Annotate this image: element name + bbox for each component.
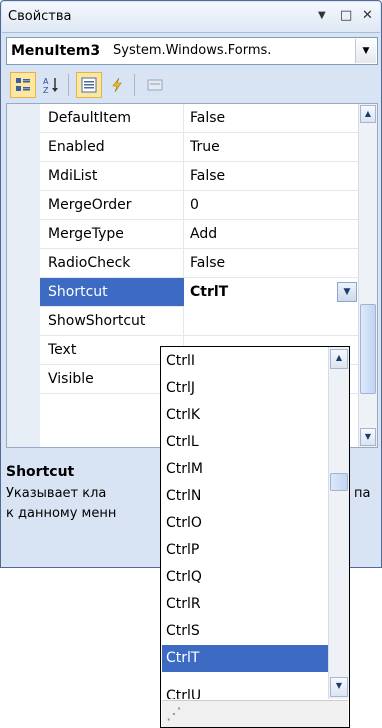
properties-icon <box>81 77 97 93</box>
shortcut-dropdown-list[interactable]: CtrlI CtrlJ CtrlK CtrlL CtrlM CtrlN Ctrl… <box>160 346 350 728</box>
window-menu-button[interactable]: ▼ <box>318 10 326 21</box>
list-item-selected[interactable]: CtrlT <box>162 645 329 672</box>
property-value[interactable]: False <box>190 168 225 184</box>
description-text-tail: па <box>354 486 371 501</box>
svg-text:A: A <box>43 77 49 86</box>
property-row-radiocheck[interactable]: RadioCheck False <box>40 249 359 278</box>
property-value[interactable]: True <box>190 139 220 155</box>
property-value[interactable]: False <box>190 255 225 271</box>
list-item[interactable]: CtrlM <box>162 456 329 483</box>
dropdown-scrollbar[interactable]: ▲ ▼ <box>328 347 349 699</box>
list-item[interactable]: CtrlP <box>162 537 329 564</box>
property-value[interactable]: 0 <box>190 197 199 213</box>
list-item[interactable]: CtrlQ <box>162 564 329 591</box>
chevron-down-icon[interactable]: ▼ <box>337 282 357 302</box>
property-name: RadioCheck <box>48 255 131 271</box>
property-name: DefaultItem <box>48 110 132 126</box>
description-text-line2: к данному менн <box>6 506 117 521</box>
object-selector[interactable]: MenuItem3 System.Windows.Forms. ▼ <box>6 37 378 65</box>
list-item[interactable]: CtrlN <box>162 483 329 510</box>
categorized-icon <box>16 78 30 91</box>
toolbar-separator <box>68 74 69 96</box>
properties-button[interactable] <box>76 72 102 98</box>
property-pages-icon <box>147 79 163 91</box>
property-row-mergetype[interactable]: MergeType Add <box>40 220 359 249</box>
property-row-defaultitem[interactable]: DefaultItem False <box>40 104 359 133</box>
list-item[interactable]: CtrlU <box>162 672 329 699</box>
window-title: Свойства <box>8 9 72 24</box>
property-name: Text <box>48 342 77 358</box>
list-item[interactable]: CtrlK <box>162 402 329 429</box>
property-toolbar: A Z <box>6 69 378 101</box>
list-item[interactable]: CtrlI <box>162 348 329 375</box>
property-row-showshortcut[interactable]: ShowShortcut <box>40 307 359 336</box>
grid-scrollbar[interactable]: ▲ ▼ <box>358 104 377 447</box>
alphabetical-icon: A Z <box>43 77 58 94</box>
categorized-button[interactable] <box>10 72 36 98</box>
list-item[interactable]: CtrlL <box>162 429 329 456</box>
property-row-mergeorder[interactable]: MergeOrder 0 <box>40 191 359 220</box>
property-value[interactable]: False <box>190 110 225 126</box>
alphabetical-button[interactable]: A Z <box>38 72 64 98</box>
property-value[interactable]: CtrlT <box>190 284 228 300</box>
chevron-down-icon[interactable]: ▼ <box>355 39 376 63</box>
title-bar[interactable]: Свойства ▼ □ ✕ <box>2 2 380 33</box>
property-row-enabled[interactable]: Enabled True <box>40 133 359 162</box>
events-button[interactable] <box>104 72 130 98</box>
description-text-line1: Указывает кла <box>6 486 107 501</box>
grid-margin <box>7 104 40 447</box>
maximize-button[interactable]: □ <box>340 8 352 23</box>
scrollbar-thumb[interactable] <box>330 473 348 491</box>
resize-grip[interactable]: ⋰ <box>162 700 348 727</box>
property-name: ShowShortcut <box>48 313 146 329</box>
property-name: MdiList <box>48 168 98 184</box>
toolbar-separator <box>134 74 135 96</box>
description-title: Shortcut <box>6 464 75 480</box>
object-name: MenuItem3 <box>11 43 101 59</box>
list-item[interactable]: CtrlS <box>162 618 329 645</box>
property-name: Visible <box>48 371 94 387</box>
property-value[interactable]: Add <box>190 226 217 242</box>
chevron-up-icon[interactable]: ▲ <box>330 349 348 369</box>
property-row-mdilist[interactable]: MdiList False <box>40 162 359 191</box>
property-name: MergeType <box>48 226 124 242</box>
property-row-shortcut[interactable]: Shortcut CtrlT ▼ <box>40 278 359 307</box>
property-name: Enabled <box>48 139 105 155</box>
chevron-down-icon[interactable]: ▼ <box>360 428 376 446</box>
list-item[interactable]: CtrlR <box>162 591 329 618</box>
property-name: MergeOrder <box>48 197 132 213</box>
chevron-down-icon[interactable]: ▼ <box>330 677 348 697</box>
svg-text:Z: Z <box>43 86 49 94</box>
events-icon <box>112 77 122 93</box>
list-item[interactable]: CtrlJ <box>162 375 329 402</box>
object-type: System.Windows.Forms. <box>113 43 272 58</box>
property-name: Shortcut <box>48 284 108 300</box>
property-pages-button[interactable] <box>142 72 168 98</box>
scrollbar-thumb[interactable] <box>360 304 376 394</box>
list-item[interactable]: CtrlO <box>162 510 329 537</box>
chevron-up-icon[interactable]: ▲ <box>360 105 376 123</box>
resize-grip-icon: ⋰ <box>166 704 182 723</box>
close-button[interactable]: ✕ <box>362 8 373 23</box>
